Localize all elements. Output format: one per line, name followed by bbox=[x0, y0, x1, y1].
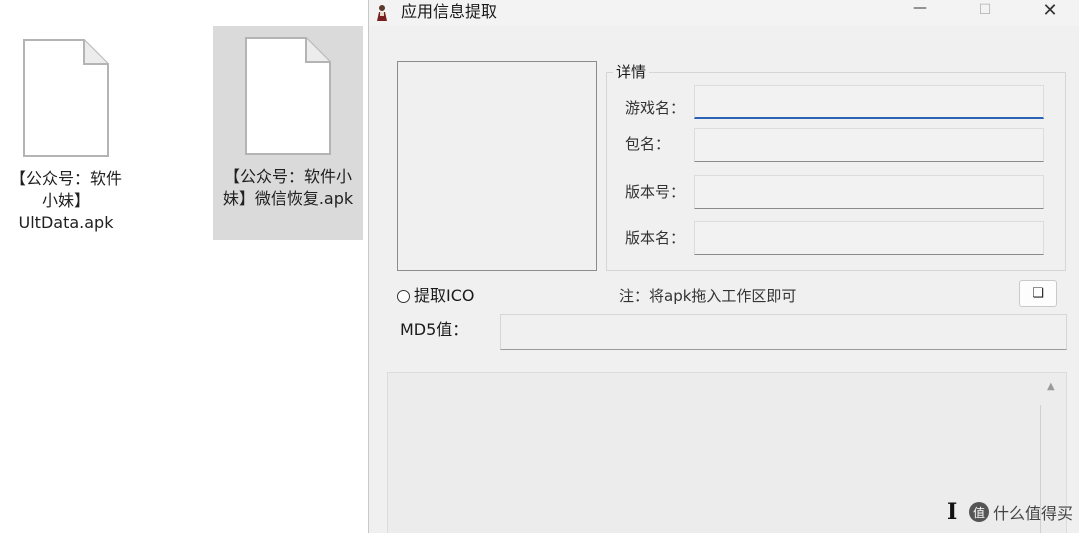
extract-ico-label: 提取ICO bbox=[414, 286, 475, 305]
watermark: 值 什么值得买 bbox=[969, 500, 1073, 524]
title-bar[interactable]: 应用信息提取 — ☐ ✕ bbox=[369, 0, 1079, 26]
copy-button[interactable]: ❏ bbox=[1019, 280, 1057, 307]
package-name-label: 包名： bbox=[625, 135, 671, 153]
icon-preview-box bbox=[397, 61, 597, 271]
version-code-label: 版本号： bbox=[625, 183, 686, 201]
package-name-input[interactable] bbox=[694, 128, 1044, 162]
maximize-button[interactable]: ☐ bbox=[962, 0, 1008, 22]
watermark-logo-icon: 值 bbox=[969, 502, 989, 522]
extract-ico-radio[interactable]: 提取ICO bbox=[397, 286, 475, 306]
window-title: 应用信息提取 bbox=[401, 2, 498, 21]
app-icon bbox=[377, 5, 387, 21]
close-button[interactable]: ✕ bbox=[1027, 0, 1073, 22]
game-name-input[interactable] bbox=[694, 85, 1044, 119]
desktop-area: 【公众号：软件小妹】UltData.apk 【公众号：软件小妹】微信恢复.apk bbox=[0, 0, 370, 533]
text-cursor-icon: I bbox=[947, 499, 958, 525]
minimize-button[interactable]: — bbox=[897, 0, 943, 22]
document-icon bbox=[23, 39, 109, 157]
drag-hint-note: 注：将apk拖入工作区即可 bbox=[619, 287, 797, 305]
app-window: 应用信息提取 — ☐ ✕ 详情 游戏名： 包名： 版本号： 版本名： 提取ICO… bbox=[368, 0, 1079, 533]
version-name-label: 版本名： bbox=[625, 229, 686, 247]
file-name: 【公众号：软件小妹】微信恢复.apk bbox=[222, 167, 354, 208]
watermark-text: 什么值得买 bbox=[993, 504, 1074, 523]
document-icon bbox=[245, 37, 331, 155]
file-item-selected[interactable]: 【公众号：软件小妹】微信恢复.apk bbox=[213, 26, 363, 240]
md5-label: MD5值： bbox=[400, 320, 469, 339]
md5-input[interactable] bbox=[500, 314, 1067, 350]
details-legend: 详情 bbox=[613, 63, 650, 81]
radio-circle-icon bbox=[397, 289, 410, 303]
log-textarea[interactable] bbox=[387, 372, 1067, 533]
version-name-input[interactable] bbox=[694, 221, 1044, 255]
file-name: 【公众号：软件小妹】UltData.apk bbox=[9, 169, 122, 232]
file-item[interactable]: 【公众号：软件小妹】UltData.apk bbox=[5, 28, 127, 240]
game-name-label: 游戏名： bbox=[625, 99, 686, 117]
scroll-up-arrow-icon[interactable]: ▲ bbox=[1047, 381, 1055, 392]
version-code-input[interactable] bbox=[694, 175, 1044, 209]
